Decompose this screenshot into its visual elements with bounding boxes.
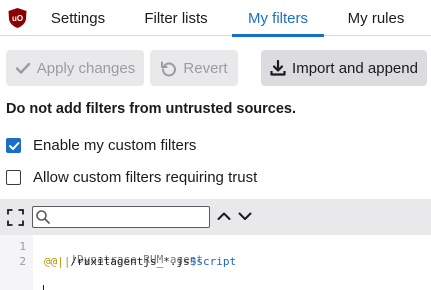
tab-label: Settings — [50, 9, 106, 27]
tab-filter-lists[interactable]: Filter lists — [128, 0, 224, 36]
expand-icon[interactable] — [7, 209, 24, 226]
enable-custom-filters-checkbox[interactable] — [6, 138, 21, 153]
line-number: 1 — [19, 240, 26, 253]
tab-bar: uO Settings Filter lists My filters My r… — [0, 0, 431, 37]
import-icon — [270, 60, 286, 76]
tab-label: Filter lists — [144, 9, 208, 27]
allow-trusted-filters-option[interactable]: Allow custom filters requiring trust — [6, 169, 257, 186]
line-number-gutter: 1 2 — [0, 235, 33, 290]
search-field[interactable] — [32, 206, 210, 228]
revert-button[interactable]: Revert — [150, 50, 238, 86]
filter-editor[interactable]: 1 2 !Dynatrace RUM agent @@||/ruxitagent… — [0, 235, 431, 290]
import-and-append-button[interactable]: Import and append — [261, 50, 427, 86]
chevron-down-icon[interactable] — [237, 208, 253, 224]
apply-changes-label: Apply changes — [36, 59, 136, 77]
pattern-token: /ruxitagentjs_*.js — [70, 255, 190, 268]
line-number: 2 — [19, 255, 26, 268]
apply-changes-button[interactable]: Apply changes — [6, 50, 144, 86]
exception-operator-token: @@|| — [44, 255, 71, 268]
enable-custom-filters-option[interactable]: Enable my custom filters — [6, 137, 196, 154]
search-input[interactable] — [53, 208, 207, 226]
code-line: @@||/ruxitagentjs_*.js$script — [44, 255, 236, 268]
revert-label: Revert — [183, 59, 228, 77]
chevron-up-icon[interactable] — [216, 208, 232, 224]
enable-custom-filters-label: Enable my custom filters — [33, 137, 197, 154]
checkmark-icon — [15, 62, 30, 74]
tab-my-rules[interactable]: My rules — [332, 0, 420, 36]
search-icon — [36, 210, 50, 224]
tab-label: My rules — [347, 9, 405, 27]
option-token: $script — [189, 255, 237, 268]
text-cursor — [43, 285, 44, 290]
checkmark-icon — [8, 141, 19, 150]
untrusted-warning: Do not add filters from untrusted source… — [6, 101, 297, 117]
allow-trusted-filters-label: Allow custom filters requiring trust — [33, 169, 258, 186]
import-and-append-label: Import and append — [292, 59, 418, 77]
tab-settings[interactable]: Settings — [34, 0, 122, 36]
svg-text:uO: uO — [12, 14, 23, 23]
revert-icon — [161, 61, 177, 76]
ublock-logo-icon: uO — [8, 8, 27, 28]
allow-trusted-filters-checkbox[interactable] — [6, 170, 21, 185]
tab-label: My filters — [248, 9, 308, 27]
tab-my-filters[interactable]: My filters — [232, 0, 324, 37]
